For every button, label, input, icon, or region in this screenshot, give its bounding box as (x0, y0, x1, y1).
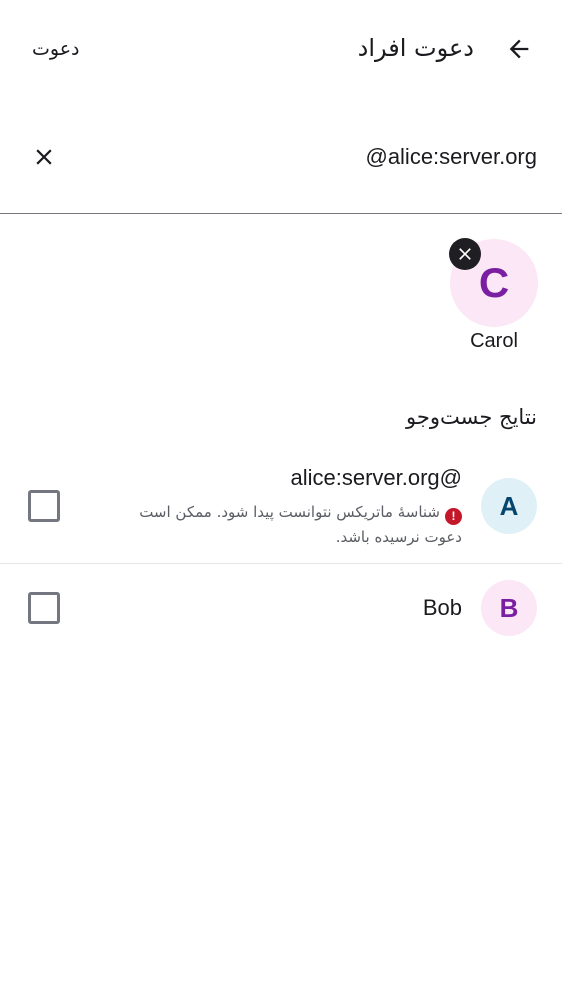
selected-user-name: Carol (470, 330, 518, 352)
warning-text: شناسهٔ ماتریکس نتوانست پیدا شود. ممکن اس… (139, 503, 462, 546)
clear-search-button[interactable] (22, 135, 66, 179)
page-title: دعوت افراد (357, 34, 474, 62)
list-item[interactable]: B Bob (0, 565, 562, 651)
invite-people-screen: دعوت افراد دعوت alice:server.org@ C Caro… (0, 0, 562, 1000)
close-icon (459, 248, 471, 260)
select-checkbox[interactable] (28, 490, 60, 522)
back-button[interactable] (498, 28, 540, 70)
user-name: Bob (422, 595, 462, 620)
avatar: B (481, 580, 537, 636)
invite-button[interactable]: دعوت (32, 34, 80, 64)
remove-selected-user-button[interactable] (449, 238, 481, 270)
selected-user-chip[interactable]: C Carol (448, 238, 540, 358)
close-icon (36, 149, 52, 165)
user-name: alice:server.org@ (290, 465, 462, 490)
warning-message: !شناسهٔ ماتریکس نتوانست پیدا شود. ممکن ا… (112, 500, 462, 549)
error-icon: ! (445, 507, 462, 525)
search-field[interactable]: alice:server.org@ (0, 113, 562, 214)
search-results-header: نتایج جست‌وجو (406, 405, 537, 429)
list-item[interactable]: A alice:server.org@ !شناسهٔ ماتریکس نتوا… (0, 458, 562, 564)
select-checkbox[interactable] (28, 592, 60, 624)
arrow-back-icon (509, 39, 529, 59)
search-input[interactable]: alice:server.org@ (365, 141, 537, 173)
top-app-bar: دعوت افراد دعوت (0, 0, 562, 100)
avatar: A (481, 478, 537, 534)
